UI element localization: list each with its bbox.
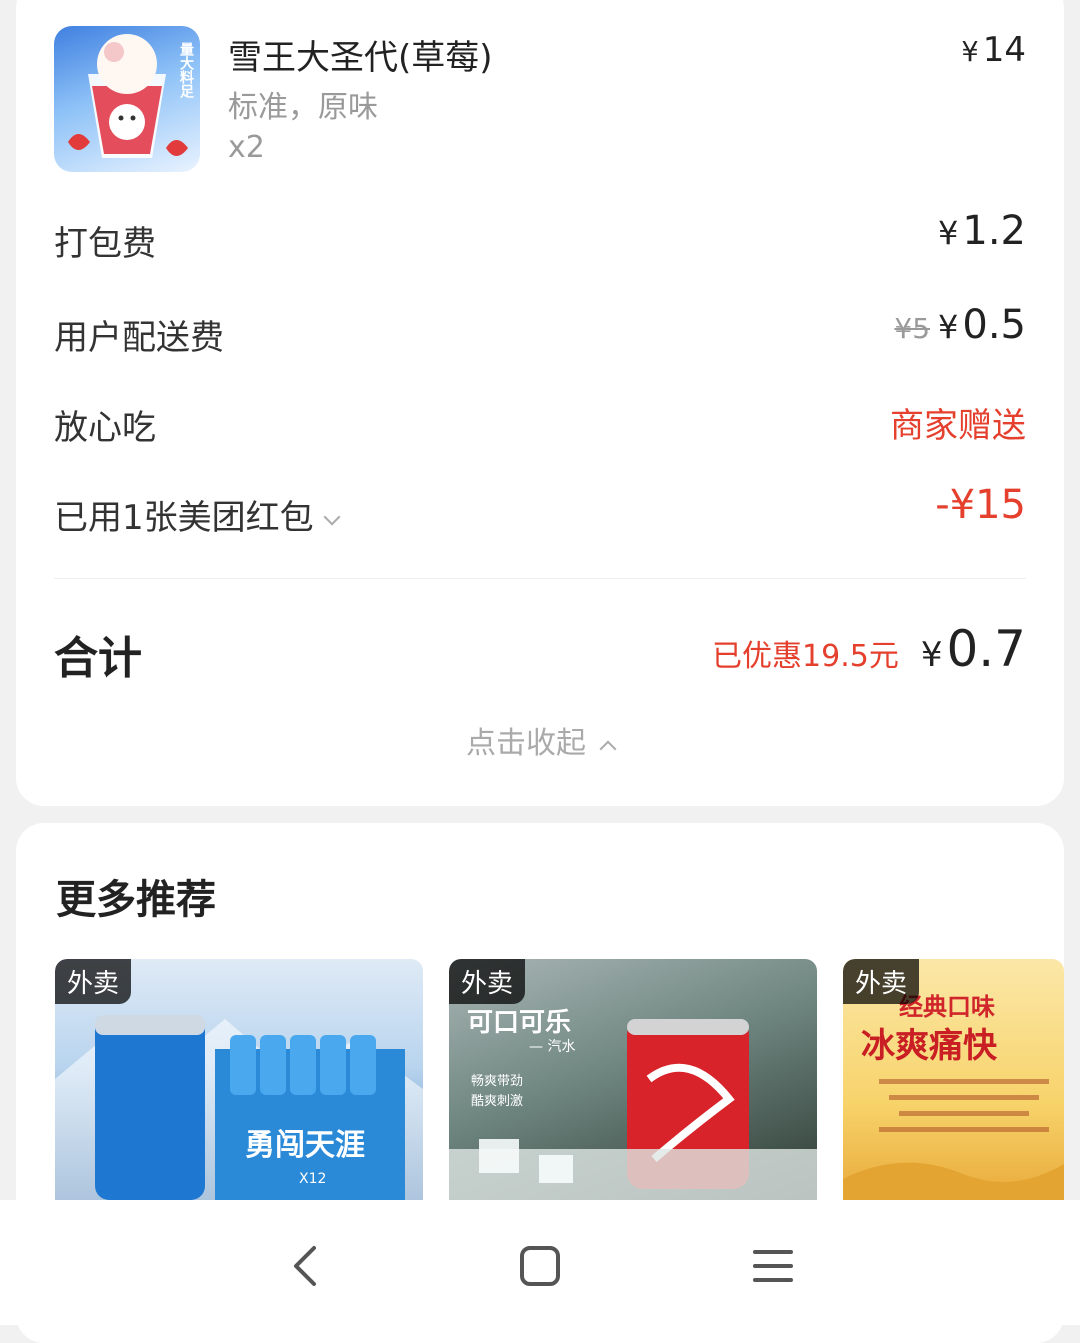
fee-row-red-packet[interactable]: 已用1张美团红包 -¥15 bbox=[54, 482, 1026, 542]
back-button[interactable] bbox=[276, 1236, 336, 1296]
currency-symbol: ¥ bbox=[938, 214, 959, 252]
fee-value: ¥1.2 bbox=[938, 208, 1026, 254]
fee-amount: 1.2 bbox=[962, 208, 1026, 254]
menu-icon bbox=[753, 1250, 793, 1282]
total-label: 合计 bbox=[54, 633, 142, 684]
delivery-tag: 外卖 bbox=[449, 959, 526, 1004]
fee-label: 放心吃 bbox=[54, 408, 156, 448]
fee-row-packaging: 打包费 ¥1.2 bbox=[54, 208, 1026, 268]
delivery-tag: 外卖 bbox=[843, 959, 920, 1004]
collapse-button[interactable]: 点击收起 bbox=[16, 718, 1064, 762]
menu-button[interactable] bbox=[743, 1236, 803, 1296]
original-price: ¥5 bbox=[894, 312, 931, 345]
product-thumbnail[interactable]: 量大料足 bbox=[54, 26, 200, 172]
total-amount: 0.7 bbox=[946, 620, 1026, 678]
currency-symbol: ¥ bbox=[961, 37, 979, 68]
chevron-down-icon bbox=[323, 508, 341, 526]
recommendation-item-cola[interactable]: 可口可乐 — 汽水 畅爽带劲 酷爽刺激 外卖 bbox=[449, 959, 817, 1200]
system-navigation-bar bbox=[0, 1200, 1080, 1325]
item-price: ¥14 bbox=[961, 30, 1026, 70]
collapse-label: 点击收起 bbox=[466, 726, 586, 761]
thumbnail-badge-text: 量大料足 bbox=[178, 42, 194, 99]
product-art-text: 畅爽带劲 bbox=[471, 1074, 523, 1089]
red-packet-text: 已用1张美团红包 bbox=[54, 498, 314, 538]
fee-value-merchant-gift: 商家赠送 bbox=[890, 406, 1026, 446]
item-quantity: x2 bbox=[228, 130, 265, 165]
home-icon bbox=[520, 1246, 560, 1286]
fee-value: ¥5 ¥0.5 bbox=[894, 302, 1026, 348]
product-art-text: 勇闯天涯 bbox=[245, 1128, 365, 1163]
item-name: 雪王大圣代(草莓) bbox=[228, 38, 493, 78]
currency-symbol: ¥ bbox=[920, 635, 943, 675]
product-art-text: 冰爽痛快 bbox=[861, 1026, 998, 1066]
recommendation-item-tea[interactable]: 经典口味 冰爽痛快 外卖 bbox=[843, 959, 1064, 1200]
red-packet-discount: -¥15 bbox=[935, 482, 1026, 528]
fee-amount: 0.5 bbox=[962, 302, 1026, 348]
fee-label: 用户配送费 bbox=[54, 318, 224, 358]
home-button[interactable] bbox=[510, 1236, 570, 1296]
fee-label: 打包费 bbox=[54, 224, 156, 264]
chevron-up-icon bbox=[599, 740, 617, 758]
delivery-tag: 外卖 bbox=[55, 959, 132, 1004]
product-art-text: 酷爽刺激 bbox=[471, 1094, 523, 1109]
item-spec: 标准，原味 bbox=[228, 90, 378, 125]
item-price-value: 14 bbox=[982, 30, 1026, 70]
total-summary: 已优惠19.5元 ¥ 0.7 bbox=[712, 620, 1026, 678]
product-art-text: — 汽水 bbox=[529, 1039, 575, 1055]
back-icon bbox=[294, 1246, 316, 1286]
fee-row-delivery: 用户配送费 ¥5 ¥0.5 bbox=[54, 302, 1026, 362]
divider bbox=[54, 578, 1026, 579]
currency-symbol: ¥ bbox=[938, 308, 959, 346]
total-row: 合计 已优惠19.5元 ¥ 0.7 bbox=[54, 620, 1026, 690]
order-summary-card: 量大料足 雪王大圣代(草莓) 标准，原味 x2 ¥14 打包费 ¥1.2 用户配… bbox=[16, 0, 1064, 806]
order-item[interactable]: 量大料足 雪王大圣代(草莓) 标准，原味 x2 ¥14 bbox=[54, 26, 1026, 176]
fee-row-food-safety: 放心吃 商家赠送 bbox=[54, 392, 1026, 452]
product-art-text: 可口可乐 bbox=[467, 1008, 571, 1038]
red-packet-label[interactable]: 已用1张美团红包 bbox=[54, 490, 341, 539]
product-art-text: X12 bbox=[299, 1171, 326, 1187]
recommendation-item-beer[interactable]: 勇闯天涯 X12 外卖 bbox=[55, 959, 423, 1200]
recommendations-title: 更多推荐 bbox=[56, 877, 216, 923]
total-discount: 已优惠19.5元 bbox=[712, 639, 899, 674]
